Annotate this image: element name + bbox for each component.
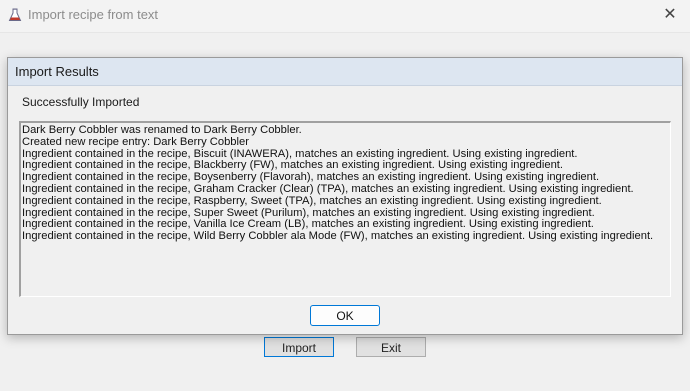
window-title: Import recipe from text — [28, 7, 159, 22]
ok-button[interactable]: OK — [310, 305, 380, 326]
main-titlebar: Import recipe from text ✕ — [0, 0, 690, 33]
close-icon[interactable]: ✕ — [662, 5, 678, 25]
result-line: Created new recipe entry: Dark Berry Cob… — [22, 135, 249, 148]
result-line: Ingredient contained in the recipe, Rasp… — [22, 194, 602, 207]
main-button-bar: Import Exit — [0, 337, 690, 359]
results-textbox[interactable]: Dark Berry Cobbler was renamed to Dark B… — [19, 121, 671, 297]
result-line: Ingredient contained in the recipe, Grah… — [22, 182, 634, 195]
flask-icon — [8, 8, 22, 21]
import-button[interactable]: Import — [264, 337, 334, 357]
dialog-titlebar: Import Results — [8, 58, 682, 86]
exit-button[interactable]: Exit — [356, 337, 426, 357]
import-results-dialog: Import Results Successfully Imported Dar… — [7, 57, 683, 335]
result-line: Ingredient contained in the recipe, Wild… — [22, 230, 654, 243]
status-label: Successfully Imported — [22, 95, 140, 109]
dialog-title: Import Results — [15, 64, 99, 79]
